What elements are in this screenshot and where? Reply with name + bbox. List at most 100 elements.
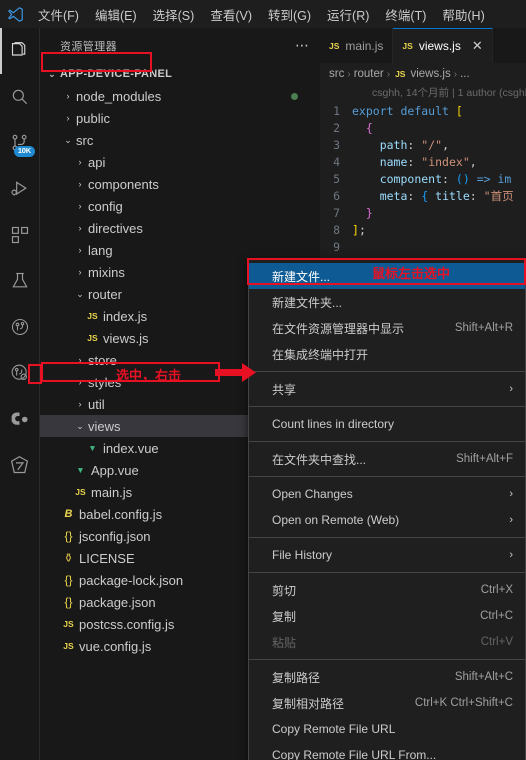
ctxitem-shortcut: Shift+Alt+R — [454, 322, 513, 334]
editor-tabs: JS main.js JS views.js ✕ — [320, 28, 526, 63]
js-file-icon: JS — [87, 333, 98, 343]
chevron-right-icon: › — [386, 68, 391, 80]
menu-separator — [249, 441, 525, 442]
chevron-down-icon: ⌄ — [76, 288, 84, 299]
tree-item-label: styles — [88, 374, 122, 390]
activity-testing[interactable] — [0, 258, 40, 304]
line-content: ]; — [352, 223, 366, 237]
breadcrumb-item-symbols[interactable]: ... — [460, 68, 470, 80]
chevron-right-icon: › — [78, 377, 82, 387]
ctxitem-copy-path[interactable]: 复制路径 Shift+Alt+C — [249, 664, 525, 690]
menu-terminal[interactable]: 终端(T) — [377, 0, 434, 28]
line-content: { — [365, 121, 373, 135]
tree-item-label: lang — [88, 242, 113, 258]
ctxitem-open-on-remote-web[interactable]: Open on Remote (Web) › — [249, 507, 525, 533]
ctxitem-new-folder[interactable]: 新建文件夹... — [249, 289, 525, 315]
menu-file[interactable]: 文件(F) — [30, 0, 87, 28]
menu-view[interactable]: 查看(V) — [202, 0, 260, 28]
vscode-logo-icon — [0, 0, 30, 28]
ctxitem-share[interactable]: 共享 › — [249, 376, 525, 402]
tree-item-label: postcss.config.js — [79, 616, 175, 632]
breadcrumb-item-router[interactable]: router — [354, 68, 384, 80]
js-file-icon: JS — [63, 619, 74, 629]
ctxitem-find-in-folder[interactable]: 在文件夹中查找... Shift+Alt+F — [249, 446, 525, 472]
ctxitem-label: Open Changes — [272, 487, 353, 501]
chevron-right-icon: › — [78, 157, 82, 167]
chevron-right-icon: › — [509, 549, 513, 561]
chevron-right-icon: › — [78, 355, 82, 365]
close-icon[interactable]: ✕ — [472, 38, 483, 54]
ctxitem-label: 复制 — [272, 609, 297, 624]
chevron-right-icon: › — [78, 267, 82, 277]
line-content: export default [ — [352, 104, 463, 118]
code-line: 2 { — [320, 120, 526, 137]
menu-go[interactable]: 转到(G) — [260, 0, 319, 28]
tab-main-js[interactable]: JS main.js — [320, 28, 394, 63]
ctxitem-copy-relative-path[interactable]: 复制相对路径 Ctrl+K Ctrl+Shift+C — [249, 690, 525, 716]
chevron-right-icon: › — [347, 68, 351, 80]
tab-views-js[interactable]: JS views.js ✕ — [393, 28, 493, 63]
tree-item-components[interactable]: › components — [40, 173, 320, 195]
tree-item-label: directives — [88, 220, 143, 236]
menu-selection[interactable]: 选择(S) — [145, 0, 203, 28]
activity-explorer[interactable] — [0, 28, 40, 74]
ctxitem-copy[interactable]: 复制 Ctrl+C — [249, 603, 525, 629]
chevron-right-icon: › — [78, 245, 82, 255]
ctxitem-shortcut: Shift+Alt+F — [456, 453, 513, 465]
js-file-icon: JS — [75, 487, 86, 497]
chevron-right-icon: › — [78, 201, 82, 211]
menu-help[interactable]: 帮助(H) — [434, 0, 492, 28]
code-line: 1 export default [ — [320, 103, 526, 120]
tree-item-public[interactable]: › public — [40, 107, 320, 129]
more-actions-icon[interactable]: ⋯ — [295, 37, 310, 54]
chevron-down-icon: ⌄ — [64, 134, 72, 145]
ctxitem-shortcut: Ctrl+C — [480, 610, 513, 622]
chevron-right-icon: › — [66, 91, 70, 101]
activity-remote-explorer[interactable] — [0, 442, 40, 488]
ctxitem-open-in-terminal[interactable]: 在集成终端中打开 — [249, 341, 525, 367]
tree-item-directives[interactable]: › directives — [40, 217, 320, 239]
tree-root-app-device-panel[interactable]: ⌄ APP-DEVICE-PANEL — [40, 63, 320, 85]
code-line: 6 meta: { title: "首页 — [320, 188, 526, 205]
tree-item-label: main.js — [91, 484, 133, 500]
breadcrumb-item-views-js[interactable]: views.js — [410, 68, 450, 80]
tree-item-label: store — [88, 352, 117, 368]
activity-source-control[interactable]: 10K — [0, 120, 40, 166]
tree-item-label: index.vue — [103, 440, 159, 456]
activity-run-debug[interactable] — [0, 166, 40, 212]
json-file-icon: {} — [64, 595, 73, 609]
chevron-right-icon: › — [509, 488, 513, 500]
license-file-icon: ⚱ — [63, 551, 74, 565]
ctxitem-copy-remote-file-url-from[interactable]: Copy Remote File URL From... — [249, 742, 525, 760]
search-icon — [10, 87, 30, 107]
activity-gitlens[interactable] — [0, 396, 40, 442]
menu-separator — [249, 537, 525, 538]
activity-git-graph-search[interactable] — [0, 350, 40, 396]
line-number: 1 — [333, 104, 340, 118]
ctxitem-copy-remote-file-url[interactable]: Copy Remote File URL — [249, 716, 525, 742]
tree-item-label: LICENSE — [79, 550, 135, 566]
ctxitem-count-lines[interactable]: Count lines in directory — [249, 411, 525, 437]
breadcrumb-item-src[interactable]: src — [329, 68, 344, 80]
ctxitem-new-file[interactable]: 新建文件... — [249, 263, 525, 289]
ctxitem-open-changes[interactable]: Open Changes › — [249, 481, 525, 507]
ctxitem-reveal-in-explorer[interactable]: 在文件资源管理器中显示 Shift+Alt+R — [249, 315, 525, 341]
menu-run[interactable]: 运行(R) — [319, 0, 377, 28]
ctxitem-file-history[interactable]: File History › — [249, 542, 525, 568]
activity-git-graph[interactable] — [0, 304, 40, 350]
activity-extensions[interactable] — [0, 212, 40, 258]
tree-item-api[interactable]: › api — [40, 151, 320, 173]
ctxitem-label: 新建文件夹... — [272, 295, 343, 310]
activity-search[interactable] — [0, 74, 40, 120]
line-number: 6 — [333, 189, 340, 203]
explorer-icon — [9, 41, 30, 62]
tree-item-label: components — [88, 176, 159, 192]
tree-item-src[interactable]: ⌄ src — [40, 129, 320, 151]
menu-edit[interactable]: 编辑(E) — [87, 0, 145, 28]
tree-item-config[interactable]: › config — [40, 195, 320, 217]
ctxitem-cut[interactable]: 剪切 Ctrl+X — [249, 577, 525, 603]
tree-item-node_modules[interactable]: › node_modules — [40, 85, 320, 107]
tree-item-label: node_modules — [76, 88, 162, 104]
code-editor[interactable]: 1 export default [ 2 { 3 path: "/", 4 na… — [320, 102, 526, 256]
tree-item-label: config — [88, 198, 123, 214]
